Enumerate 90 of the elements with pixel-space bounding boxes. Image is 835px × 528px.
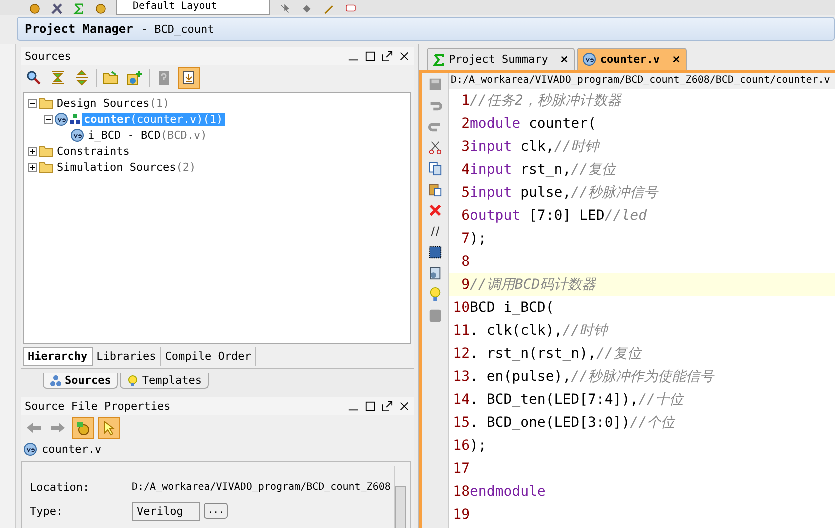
code-line: . BCD_one(LED[3:0])//个位	[470, 414, 676, 432]
code-line: );	[470, 230, 487, 246]
code-line: . rst_n(rst_n),//复位	[470, 344, 642, 362]
code-line: . clk(clk),//时钟	[470, 322, 608, 340]
property-label: Type:	[29, 504, 64, 518]
header-title: Project Manager	[25, 22, 134, 36]
maximize-icon[interactable]	[365, 50, 376, 62]
code-line: input pulse,//秒脉冲信号	[470, 184, 658, 202]
code-line: . en(pulse),//秒脉冲作为使能信号	[470, 368, 714, 386]
panel-tab[interactable]: Templates	[120, 373, 209, 389]
folder-icon	[39, 145, 53, 157]
paste-icon[interactable]	[428, 182, 442, 197]
line-number: 13	[452, 368, 470, 384]
line-number: 7	[460, 230, 470, 246]
code-line: //任务2，秒脉冲计数器	[470, 92, 622, 110]
code-line: //调用BCD码计数器	[470, 276, 596, 294]
line-number: 11	[452, 322, 470, 338]
code-line: endmodule	[470, 484, 546, 500]
property-value: D:/A_workarea/VIVADO_program/BCD_count_Z608	[132, 482, 391, 492]
scrollbar[interactable]	[394, 466, 406, 528]
layout-dropdown[interactable]: Default Layout	[116, 0, 270, 15]
float-icon[interactable]	[382, 50, 393, 62]
expander-icon[interactable]	[28, 98, 37, 108]
code-line: . BCD_ten(LED[7:4]),//十位	[470, 390, 684, 408]
lightbulb-icon	[127, 374, 140, 386]
tree-item[interactable]: Constraints	[55, 144, 132, 158]
block-select-icon[interactable]	[428, 245, 442, 260]
lightbulb-icon[interactable]	[428, 287, 442, 302]
panel-title: Sources	[25, 50, 72, 62]
line-number: 4	[460, 162, 470, 178]
code-line: input rst_n,//复位	[470, 160, 616, 178]
verilog-file-icon	[583, 53, 596, 66]
close-icon[interactable]	[672, 55, 681, 64]
verilog-file-icon	[55, 112, 68, 126]
code-line: input clk,//时钟	[470, 138, 600, 156]
code-line: output [7:0] LED//led	[470, 208, 648, 224]
line-number: 3	[460, 138, 470, 154]
expander-icon[interactable]	[28, 146, 37, 156]
code-line: BCD i_BCD(	[470, 300, 554, 316]
code-line: );	[470, 438, 487, 454]
line-number: 1	[460, 92, 470, 108]
pointer-icon[interactable]	[98, 416, 120, 438]
tree-item[interactable]: Simulation Sources(2)	[55, 160, 198, 174]
line-number: 9	[460, 276, 470, 292]
verilog-file-icon	[71, 128, 84, 142]
verilog-file-icon	[24, 442, 37, 456]
line-number: 6	[460, 208, 470, 224]
line-number: 2	[460, 116, 470, 132]
tree-item[interactable]: Design Sources(1)	[55, 96, 172, 110]
hierarchy-icon	[70, 114, 80, 124]
expander-icon[interactable]	[44, 114, 53, 124]
auto-update-icon[interactable]	[178, 66, 200, 88]
line-number: 15	[452, 414, 470, 430]
type-field[interactable]: Verilog	[132, 502, 200, 520]
scissors-icon[interactable]	[428, 140, 442, 155]
close-icon[interactable]	[560, 55, 570, 64]
expander-icon[interactable]	[28, 162, 37, 172]
line-number: 10	[452, 300, 470, 316]
line-number: 14	[452, 392, 470, 408]
folder-icon	[39, 161, 53, 173]
close-icon[interactable]	[399, 400, 410, 412]
view-tab[interactable]: Hierarchy	[23, 347, 93, 366]
property-label: Location:	[29, 480, 91, 494]
panel-title: Source File Properties	[25, 400, 171, 412]
tree-item[interactable]: i_BCD - BCD(BCD.v)	[86, 128, 210, 142]
line-number: 5	[460, 184, 470, 200]
sigma-icon	[433, 54, 445, 66]
hierarchy-icon	[50, 374, 62, 386]
float-icon[interactable]	[382, 400, 393, 412]
line-number: 16	[452, 438, 470, 454]
browse-button[interactable]: ...	[204, 503, 228, 519]
panel-tab[interactable]: Sources	[43, 373, 118, 389]
delete-icon[interactable]	[428, 203, 442, 218]
code-line: module counter(	[470, 116, 596, 132]
line-number: 19	[452, 506, 470, 522]
close-icon[interactable]	[399, 50, 410, 62]
line-number: 17	[452, 460, 470, 476]
editor-tab[interactable]: Project Summary	[427, 48, 576, 70]
folder-icon	[39, 97, 53, 109]
line-number: 12	[452, 346, 470, 362]
editor-tab[interactable]: counter.v	[577, 48, 687, 70]
header-subtitle: - BCD_count	[141, 22, 214, 36]
view-tab[interactable]: Compile Order	[161, 347, 256, 366]
copy-icon[interactable]	[428, 161, 442, 176]
maximize-icon[interactable]	[365, 400, 376, 412]
line-number: 8	[460, 254, 470, 270]
file-path: D:/A_workarea/VIVADO_program/BCD_count_Z608/BCD_count/counter.v	[449, 73, 835, 89]
line-number: 18	[452, 484, 470, 500]
view-tab[interactable]: Libraries	[92, 347, 162, 366]
file-name: counter.v	[42, 442, 102, 456]
